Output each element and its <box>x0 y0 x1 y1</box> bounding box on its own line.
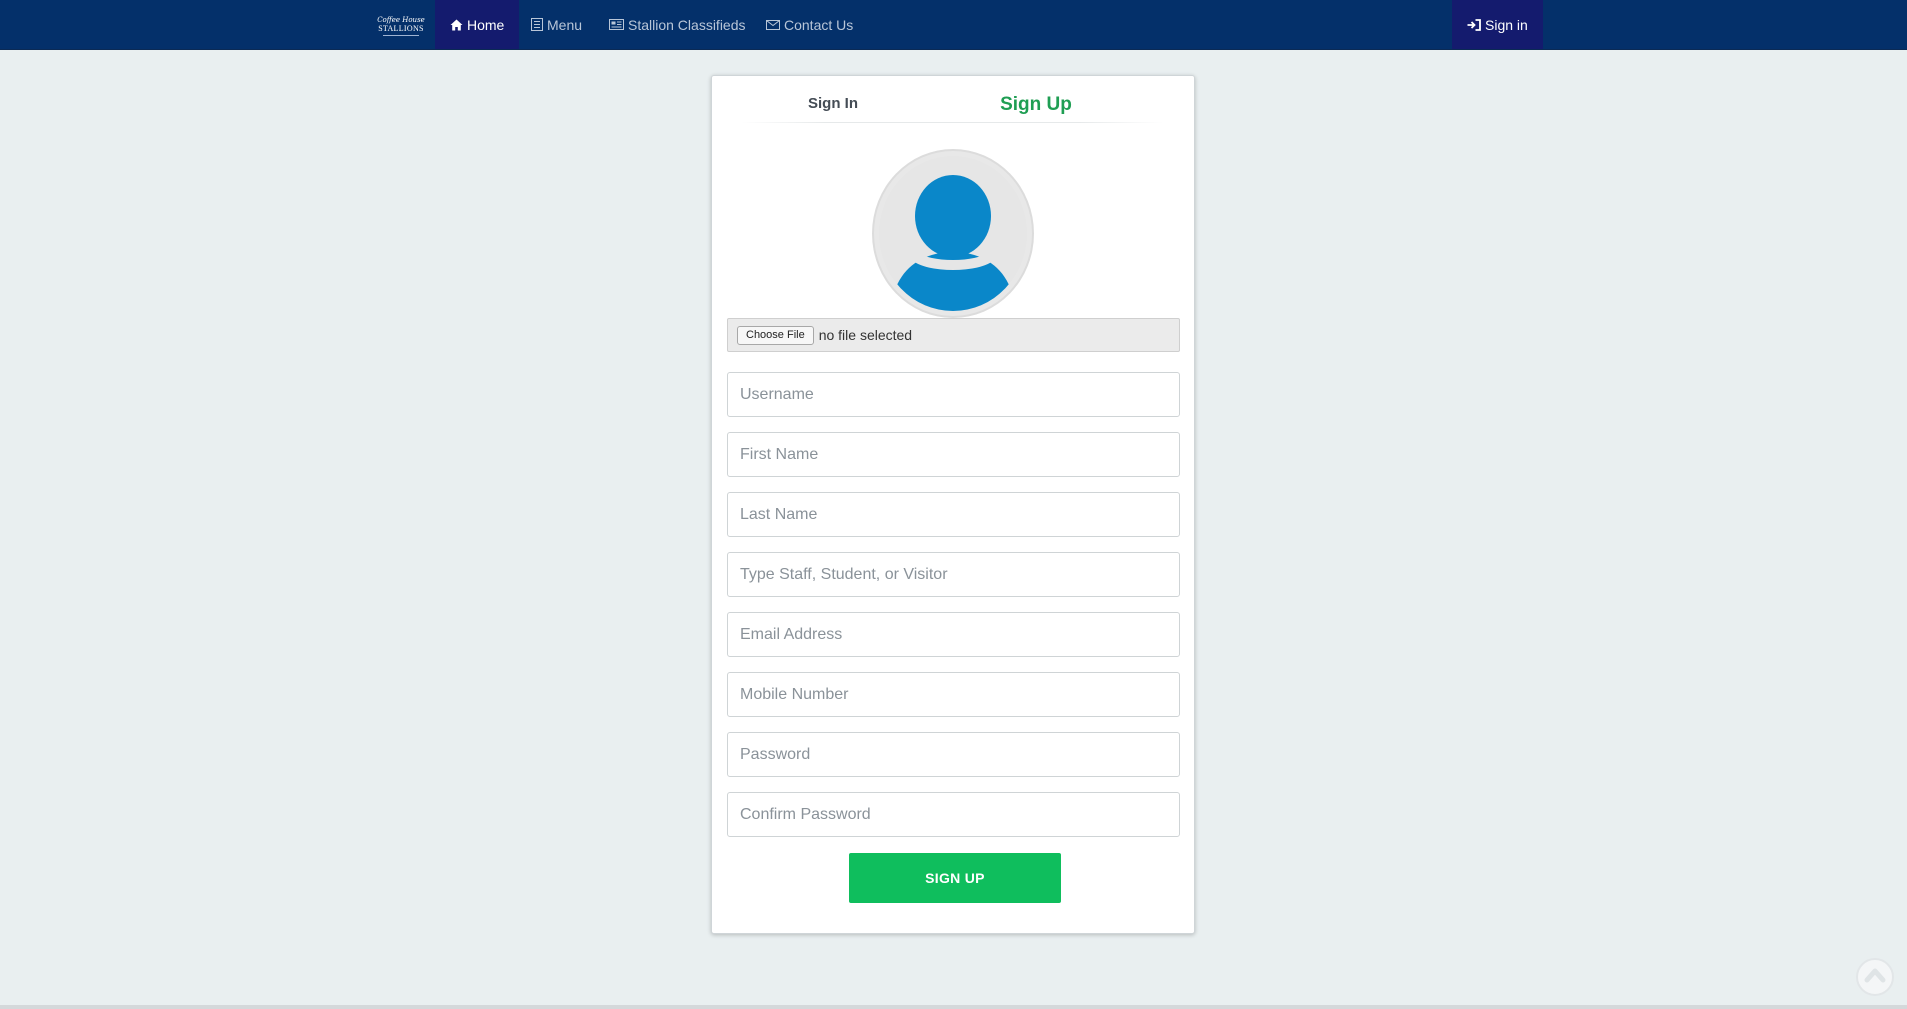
auth-card: Sign In Sign Up Choose File no file sele… <box>711 75 1195 934</box>
nav-sign-in-label: Sign in <box>1485 16 1528 33</box>
newspaper-icon <box>609 19 624 30</box>
chevron-up-icon <box>1864 967 1886 988</box>
last-name-input[interactable] <box>727 492 1180 537</box>
email-input[interactable] <box>727 612 1180 657</box>
user-avatar-icon <box>879 156 1027 311</box>
first-name-input[interactable] <box>727 432 1180 477</box>
logo-main-text: STALLIONS <box>378 24 424 33</box>
sign-up-button[interactable]: SIGN UP <box>849 853 1061 903</box>
scroll-to-top-button[interactable] <box>1856 958 1894 996</box>
nav-contact-us[interactable]: Contact Us <box>766 0 853 49</box>
nav-sign-in[interactable]: Sign in <box>1452 0 1543 49</box>
nav-menu-label: Menu <box>547 16 583 33</box>
logo-script-text: Coffee House <box>377 16 425 24</box>
tab-divider <box>741 122 1163 123</box>
confirm-password-input[interactable] <box>727 792 1180 837</box>
menu-book-icon <box>531 18 543 31</box>
brand-logo[interactable]: Coffee House STALLIONS <box>377 10 425 42</box>
nav-menu[interactable]: Menu <box>531 0 582 49</box>
password-input[interactable] <box>727 732 1180 777</box>
tab-sign-in[interactable]: Sign In <box>741 80 925 126</box>
choose-file-button[interactable]: Choose File <box>737 325 814 345</box>
avatar[interactable] <box>872 149 1034 318</box>
mobile-number-input[interactable] <box>727 672 1180 717</box>
sign-in-icon <box>1467 18 1481 31</box>
file-status-text: no file selected <box>818 327 913 343</box>
envelope-icon <box>766 19 780 30</box>
username-input[interactable] <box>727 372 1180 417</box>
nav-contact-label: Contact Us <box>784 16 854 33</box>
footer-divider <box>0 1005 1907 1009</box>
logo-underline <box>383 35 419 36</box>
nav-home-label: Home <box>467 16 505 33</box>
top-navbar: Coffee House STALLIONS Home Menu Stallio… <box>0 0 1907 50</box>
home-icon <box>450 19 463 31</box>
nav-stallion-classifieds[interactable]: Stallion Classifieds <box>609 0 746 49</box>
profile-photo-file-input[interactable]: Choose File no file selected <box>727 318 1180 352</box>
nav-classifieds-label: Stallion Classifieds <box>628 16 746 33</box>
nav-home[interactable]: Home <box>435 0 520 49</box>
user-type-input[interactable] <box>727 552 1180 597</box>
